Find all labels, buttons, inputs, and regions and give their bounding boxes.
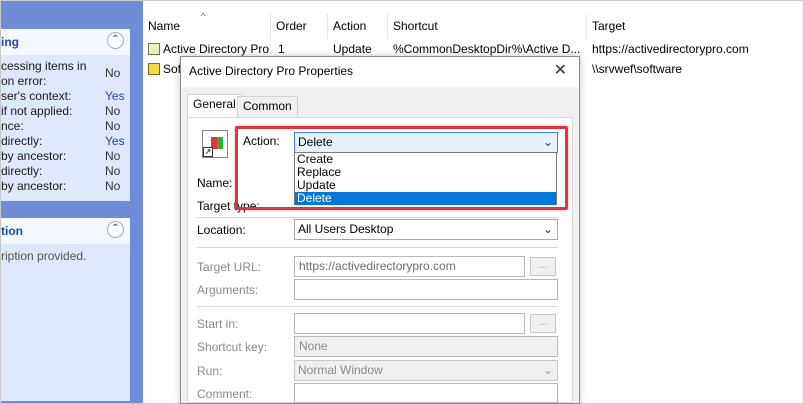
setting-row: directly: Yes	[1, 134, 125, 148]
chevron-down-icon: ⌄	[542, 363, 553, 377]
description-section-title: tion	[1, 224, 23, 238]
description-section: tion ⌃ ription provided.	[1, 218, 130, 401]
name-label: Name:	[197, 176, 233, 190]
chevron-down-icon: ⌄	[542, 222, 553, 236]
column-header-name[interactable]: Name	[143, 14, 271, 39]
separator	[197, 247, 558, 248]
arguments-input[interactable]	[294, 279, 558, 300]
setting-row: if not applied: No	[1, 104, 121, 118]
arguments-label: Arguments:	[197, 283, 259, 297]
target-url-label: Target URL:	[197, 260, 262, 274]
shortcut-file-icon: ↗	[202, 130, 228, 158]
setting-row: directly: No	[1, 164, 121, 178]
comment-input[interactable]	[294, 383, 558, 403]
settings-section: ing ⌃ cessing items in No on error: ser's…	[1, 29, 130, 201]
setting-row: on error:	[1, 74, 47, 88]
shortcut-key-label: Shortcut key:	[197, 340, 268, 354]
setting-row: nce: No	[1, 119, 121, 133]
tab-general[interactable]: General	[187, 94, 242, 118]
column-header-order[interactable]: Order	[271, 14, 328, 39]
start-in-input[interactable]	[294, 313, 525, 334]
collapse-icon[interactable]: ⌃	[107, 32, 124, 49]
target-url-input[interactable]: https://activedirectorypro.com	[294, 256, 525, 277]
settings-section-title: ing	[1, 35, 19, 49]
column-header-shortcut[interactable]: Shortcut	[388, 14, 587, 39]
browse-start-in-button[interactable]: ...	[530, 314, 556, 333]
tab-common[interactable]: Common	[237, 96, 298, 117]
shortcut-item-icon	[148, 43, 160, 55]
close-icon[interactable]: ✕	[554, 60, 567, 80]
browse-target-button[interactable]: ...	[530, 257, 556, 276]
annotation-highlight	[235, 126, 568, 210]
run-select[interactable]: Normal Window ⌄	[294, 360, 558, 381]
description-section-header[interactable]: tion ⌃	[1, 218, 130, 244]
shortcut-arrow-icon: ↗	[203, 147, 213, 157]
start-in-label: Start in:	[197, 317, 239, 331]
setting-row: cessing items in No	[1, 59, 121, 80]
left-task-pane: ing ⌃ cessing items in No on error: ser's…	[1, 1, 143, 403]
location-label: Location:	[197, 223, 246, 237]
column-header-target[interactable]: Target	[587, 14, 803, 39]
setting-row: by ancestor: No	[1, 149, 121, 163]
column-header-action[interactable]: Action	[328, 14, 388, 39]
setting-row: by ancestor: No	[1, 179, 121, 193]
run-label: Run:	[197, 364, 223, 378]
separator	[197, 217, 558, 218]
comment-label: Comment:	[197, 387, 253, 401]
collapse-icon[interactable]: ⌃	[107, 221, 124, 238]
separator	[197, 306, 558, 307]
shortcut-key-input[interactable]: None	[294, 336, 558, 357]
settings-section-header[interactable]: ing ⌃	[1, 29, 130, 55]
location-select[interactable]: All Users Desktop ⌄	[294, 219, 558, 240]
dialog-title: Active Directory Pro Properties	[189, 64, 354, 78]
setting-row: ser's context: Yes	[1, 89, 125, 103]
description-text: ription provided.	[1, 249, 87, 263]
shortcut-item-icon	[148, 63, 160, 75]
